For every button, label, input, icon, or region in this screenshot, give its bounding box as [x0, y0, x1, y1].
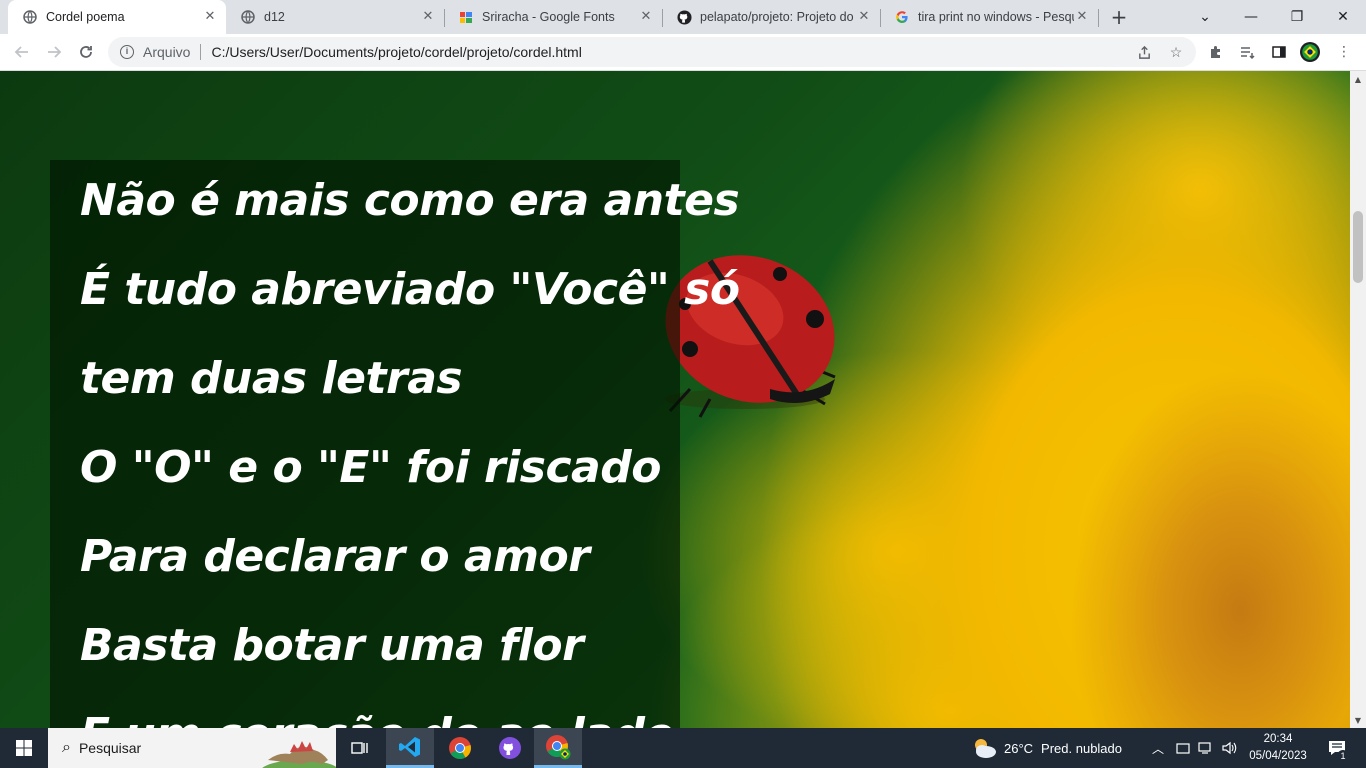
poem-line: É tudo abreviado "Você" só: [80, 264, 740, 315]
github-icon: [676, 9, 692, 25]
clock-date: 05/04/2023: [1249, 750, 1307, 762]
tab-github-projeto[interactable]: pelapato/projeto: Projeto do ✕: [662, 0, 880, 34]
browser-toolbar: i Arquivo C:/Users/User/Documents/projet…: [0, 34, 1366, 71]
minimize-button[interactable]: —: [1228, 0, 1274, 34]
origin-label: Arquivo: [143, 44, 191, 60]
new-tab-button[interactable]: +: [1104, 0, 1134, 34]
poem-line: Basta botar uma flor: [80, 620, 584, 671]
arrow-right-icon: [48, 46, 62, 58]
poem-line: O "O" e o "E" foi riscado: [80, 442, 661, 493]
volume-icon[interactable]: [1221, 728, 1237, 768]
reading-list-icon[interactable]: [1237, 42, 1257, 62]
close-window-button[interactable]: ✕: [1320, 0, 1366, 34]
tab-close-icon[interactable]: ✕: [420, 9, 436, 25]
back-button[interactable]: [8, 38, 36, 66]
tab-sriracha-google-fonts[interactable]: Sriracha - Google Fonts ✕: [444, 0, 662, 34]
info-icon[interactable]: i: [120, 45, 134, 59]
search-icon: ⌕: [62, 739, 71, 756]
scroll-down-arrow-icon[interactable]: ▼: [1350, 712, 1366, 728]
extensions-puzzle-icon[interactable]: [1206, 42, 1226, 62]
arrow-left-icon: [14, 46, 28, 58]
search-placeholder: Pesquisar: [78, 740, 142, 756]
tab-cordel-poema[interactable]: Cordel poema ✕: [8, 0, 226, 34]
globe-icon: [22, 9, 38, 25]
windows-taskbar: ⌕ Pesquisar 26°C Pred. nublado ︿ 20:34 0…: [0, 728, 1366, 768]
bookmark-star-icon[interactable]: ☆: [1168, 44, 1184, 60]
profile-avatar[interactable]: [1300, 42, 1320, 62]
notification-count-badge: 1: [1337, 750, 1349, 762]
tab-search-icon[interactable]: ⌄: [1182, 0, 1228, 34]
vertical-scrollbar[interactable]: ▲ ▼: [1350, 71, 1366, 728]
dinosaur-search-highlight-icon: [262, 741, 336, 768]
share-icon[interactable]: [1136, 44, 1152, 60]
poem-line: tem duas letras: [80, 353, 463, 404]
scroll-thumb[interactable]: [1353, 211, 1363, 283]
taskbar-search-box[interactable]: ⌕ Pesquisar: [48, 728, 336, 768]
reload-button[interactable]: [72, 38, 100, 66]
google-fonts-icon: [458, 9, 474, 25]
tab-google-search[interactable]: tira print no windows - Pesqu ✕: [880, 0, 1098, 34]
github-desktop-taskbar-app[interactable]: [486, 728, 534, 768]
github-desktop-icon: [499, 737, 521, 759]
taskbar-clock[interactable]: 20:34 05/04/2023: [1240, 731, 1316, 765]
tab-close-icon[interactable]: ✕: [1074, 9, 1090, 25]
tab-title: pelapato/projeto: Projeto do: [700, 10, 854, 24]
menu-kebab-icon[interactable]: ⋮: [1334, 42, 1354, 62]
tab-d12[interactable]: d12 ✕: [226, 0, 444, 34]
chrome-taskbar-app[interactable]: [436, 728, 484, 768]
browser-tab-bar: Cordel poema ✕ d12 ✕ Sriracha - Google F…: [0, 0, 1366, 34]
reload-icon: [80, 46, 92, 58]
poem-line: E um coração do ao lado: [80, 709, 675, 728]
chrome-profile-icon: [546, 734, 571, 759]
address-bar[interactable]: i Arquivo C:/Users/User/Documents/projet…: [108, 37, 1196, 67]
tray-overflow-chevron-icon[interactable]: ︿: [1152, 728, 1164, 768]
start-button[interactable]: [0, 728, 48, 768]
weather-cloud-sun-icon: [975, 739, 996, 758]
chrome-profile-taskbar-app[interactable]: [534, 728, 582, 768]
omnibox-divider: [200, 44, 202, 60]
chrome-icon: [449, 737, 471, 759]
task-view-icon: [351, 742, 368, 754]
network-icon[interactable]: [1198, 728, 1214, 768]
page-viewport: Não é mais como era antes É tudo abrevia…: [0, 71, 1350, 728]
url-text[interactable]: C:/Users/User/Documents/projeto/cordel/p…: [211, 44, 581, 60]
scroll-up-arrow-icon[interactable]: ▲: [1350, 71, 1366, 87]
clock-time: 20:34: [1263, 733, 1293, 745]
tab-separator: [1098, 9, 1099, 27]
side-panel-icon[interactable]: [1269, 42, 1289, 62]
poem-line: Não é mais como era antes: [80, 175, 740, 226]
globe-icon: [240, 9, 256, 25]
windows-logo-icon: [16, 740, 32, 756]
vscode-icon: [399, 736, 420, 757]
weather-temperature: 26°C: [1004, 740, 1034, 756]
task-view-button[interactable]: [336, 728, 384, 768]
restore-button[interactable]: ❐: [1274, 0, 1320, 34]
weather-condition: Pred. nublado: [1041, 740, 1122, 756]
tab-close-icon[interactable]: ✕: [856, 9, 872, 25]
vscode-taskbar-app[interactable]: [386, 728, 434, 768]
tab-title: Sriracha - Google Fonts: [482, 10, 615, 24]
tab-close-icon[interactable]: ✕: [638, 9, 654, 25]
tab-title: d12: [264, 10, 285, 24]
meet-now-icon[interactable]: [1176, 728, 1190, 768]
tab-close-icon[interactable]: ✕: [202, 9, 218, 25]
tab-title: tira print no windows - Pesqu: [918, 10, 1074, 24]
tab-title: Cordel poema: [46, 10, 125, 24]
google-icon: [894, 9, 910, 25]
forward-button[interactable]: [40, 38, 68, 66]
weather-widget[interactable]: 26°C Pred. nublado: [970, 728, 1122, 768]
poem-line: Para declarar o amor: [80, 531, 590, 582]
notification-center-button[interactable]: 1: [1322, 728, 1352, 768]
